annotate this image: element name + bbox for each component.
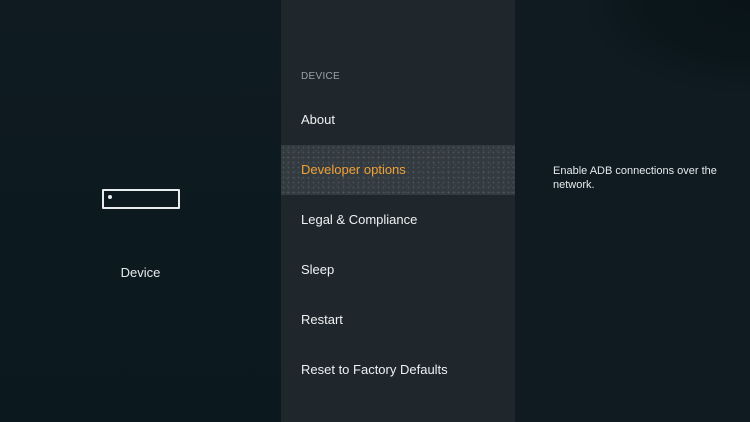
menu-item-developer-options[interactable]: Developer options [281, 145, 515, 195]
menu-item-legal-compliance[interactable]: Legal & Compliance [281, 195, 515, 245]
menu-item-sleep[interactable]: Sleep [281, 245, 515, 295]
category-panel: Device [0, 0, 281, 422]
settings-screen: Device DEVICE About Developer options Le… [0, 0, 750, 422]
settings-menu: DEVICE About Developer options Legal & C… [281, 0, 515, 422]
menu-item-reset-factory-defaults[interactable]: Reset to Factory Defaults [281, 345, 515, 395]
device-led-icon [108, 195, 112, 199]
description-panel: Enable ADB connections over the network. [515, 0, 750, 422]
section-header: DEVICE [301, 71, 341, 82]
option-description: Enable ADB connections over the network. [553, 165, 717, 191]
menu-item-restart[interactable]: Restart [281, 295, 515, 345]
category-title: Device [120, 265, 161, 280]
menu-item-about[interactable]: About [281, 95, 515, 145]
fire-tv-device-icon [102, 189, 180, 209]
corner-shade [590, 0, 750, 90]
